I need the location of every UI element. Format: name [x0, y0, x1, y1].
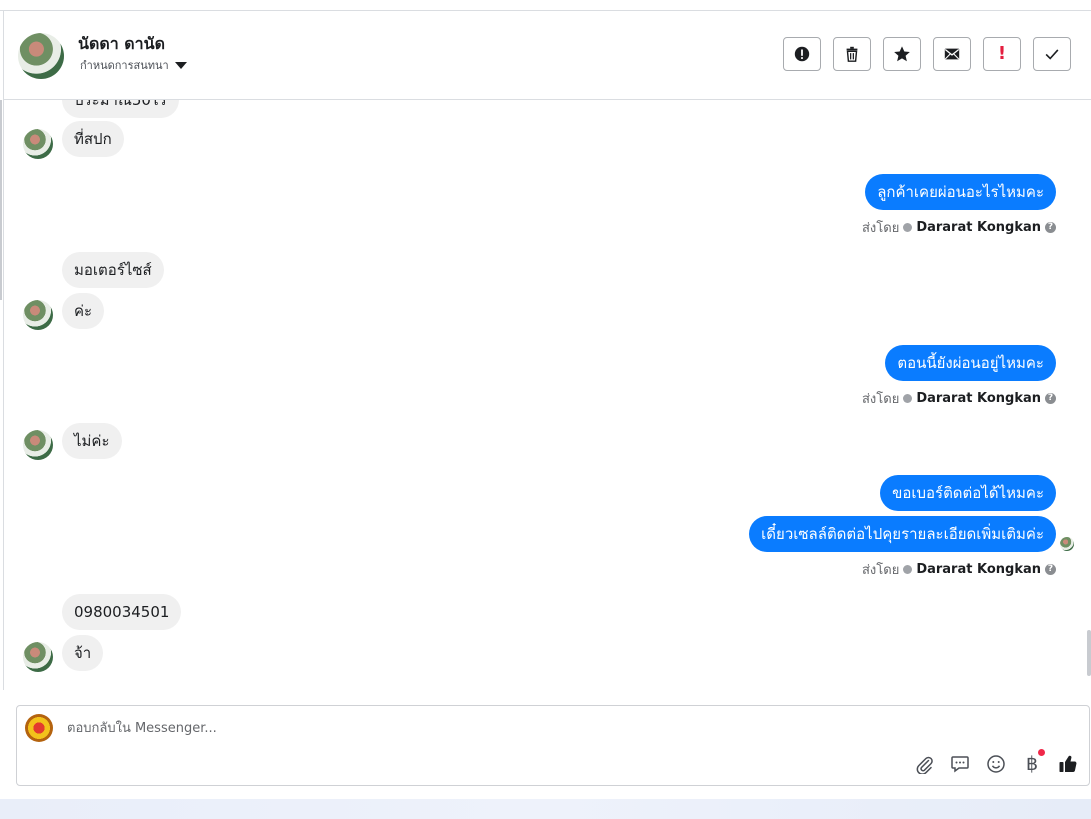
verified-icon: [903, 394, 913, 403]
contact-name[interactable]: นัดดา ดานัด: [78, 32, 165, 57]
verified-icon: [903, 565, 913, 574]
outgoing-message: ตอนนี้ยังผ่อนอยู่ไหมคะ: [885, 345, 1056, 381]
chat-scrollbar-thumb[interactable]: [1087, 630, 1091, 676]
incoming-message: 0980034501: [62, 594, 182, 630]
alert-circle-icon: [794, 46, 810, 62]
seen-indicator-avatar: [1060, 537, 1074, 551]
paperclip-icon: [916, 756, 933, 774]
contact-avatar-small[interactable]: [23, 129, 53, 159]
mark-unread-button[interactable]: [933, 37, 971, 71]
delete-button[interactable]: [833, 37, 871, 71]
thumbs-up-icon: [1059, 755, 1077, 773]
caret-down-icon: [174, 61, 187, 69]
envelope-icon: [944, 48, 960, 60]
conversation-header: นัดดา ดานัด กำหนดการสนทนา !: [4, 11, 1091, 100]
report-button[interactable]: [783, 37, 821, 71]
trash-icon: [846, 46, 858, 62]
baht-icon: ฿: [1025, 753, 1039, 775]
help-icon[interactable]: ?: [1045, 564, 1056, 575]
sent-by-label: ส่งโดย Dararat Kongkan ?: [862, 388, 1056, 409]
help-icon[interactable]: ?: [1045, 393, 1056, 404]
incoming-message: ที่สปก: [62, 121, 124, 157]
schedule-label: กำหนดการสนทนา: [80, 59, 169, 72]
incoming-message: จ้า: [62, 635, 104, 671]
outgoing-message: ลูกค้าเคยผ่อนอะไรไหมคะ: [865, 174, 1056, 210]
bottom-gradient-bar: [0, 799, 1091, 819]
check-icon: [1045, 49, 1059, 60]
contact-avatar-small[interactable]: [23, 642, 53, 672]
help-icon[interactable]: ?: [1045, 222, 1056, 233]
chat-scrollbar-track[interactable]: [1087, 100, 1091, 690]
message-thread[interactable]: ประมาณ50ไร่ ที่สปก ลูกค้าเคยผ่อนอะไรไหมค…: [4, 100, 1087, 690]
notification-dot: [1038, 749, 1045, 756]
outgoing-message: เดี๋ยวเซลล์ติดต่อไปคุยรายละเอียดเพิ่มเติ…: [749, 516, 1056, 552]
star-button[interactable]: [883, 37, 921, 71]
attach-button[interactable]: [913, 753, 935, 775]
verified-icon: [903, 223, 913, 232]
incoming-message: มอเตอร์ไซส์: [62, 252, 164, 288]
header-actions: !: [783, 37, 1071, 71]
sent-by-agent[interactable]: Dararat Kongkan: [916, 391, 1041, 406]
contact-avatar[interactable]: [18, 33, 64, 79]
sent-by-prefix: ส่งโดย: [861, 563, 900, 578]
mark-important-button[interactable]: !: [983, 37, 1021, 71]
outgoing-message: ขอเบอร์ติดต่อได้ไหมคะ: [880, 475, 1056, 511]
composer-tools: ฿: [913, 749, 1079, 775]
saved-replies-button[interactable]: [949, 753, 971, 775]
sent-by-label: ส่งโดย Dararat Kongkan ?: [862, 559, 1056, 580]
reply-composer: ฿: [16, 705, 1090, 786]
reply-input[interactable]: [65, 720, 869, 737]
sent-by-prefix: ส่งโดย: [861, 221, 900, 236]
incoming-message: ประมาณ50ไร่: [62, 100, 179, 118]
conversation-schedule-dropdown[interactable]: กำหนดการสนทนา: [80, 56, 187, 74]
sent-by-agent[interactable]: Dararat Kongkan: [916, 220, 1041, 235]
sent-by-agent[interactable]: Dararat Kongkan: [916, 562, 1041, 577]
chat-bubble-icon: [951, 756, 969, 773]
exclamation-icon: !: [997, 43, 1007, 64]
sent-by-label: ส่งโดย Dararat Kongkan ?: [862, 217, 1056, 238]
payment-button[interactable]: ฿: [1021, 749, 1045, 775]
incoming-message: ค่ะ: [62, 293, 105, 329]
smiley-icon: [987, 755, 1005, 773]
mark-done-button[interactable]: [1033, 37, 1071, 71]
star-icon: [894, 46, 910, 62]
sent-by-prefix: ส่งโดย: [861, 392, 900, 407]
left-scroll-indicator: [0, 100, 2, 300]
contact-avatar-small[interactable]: [23, 430, 53, 460]
contact-avatar-small[interactable]: [23, 300, 53, 330]
emoji-button[interactable]: [985, 753, 1007, 775]
page-avatar: [25, 714, 53, 742]
like-button[interactable]: [1057, 753, 1079, 775]
incoming-message: ไม่ค่ะ: [62, 423, 122, 459]
